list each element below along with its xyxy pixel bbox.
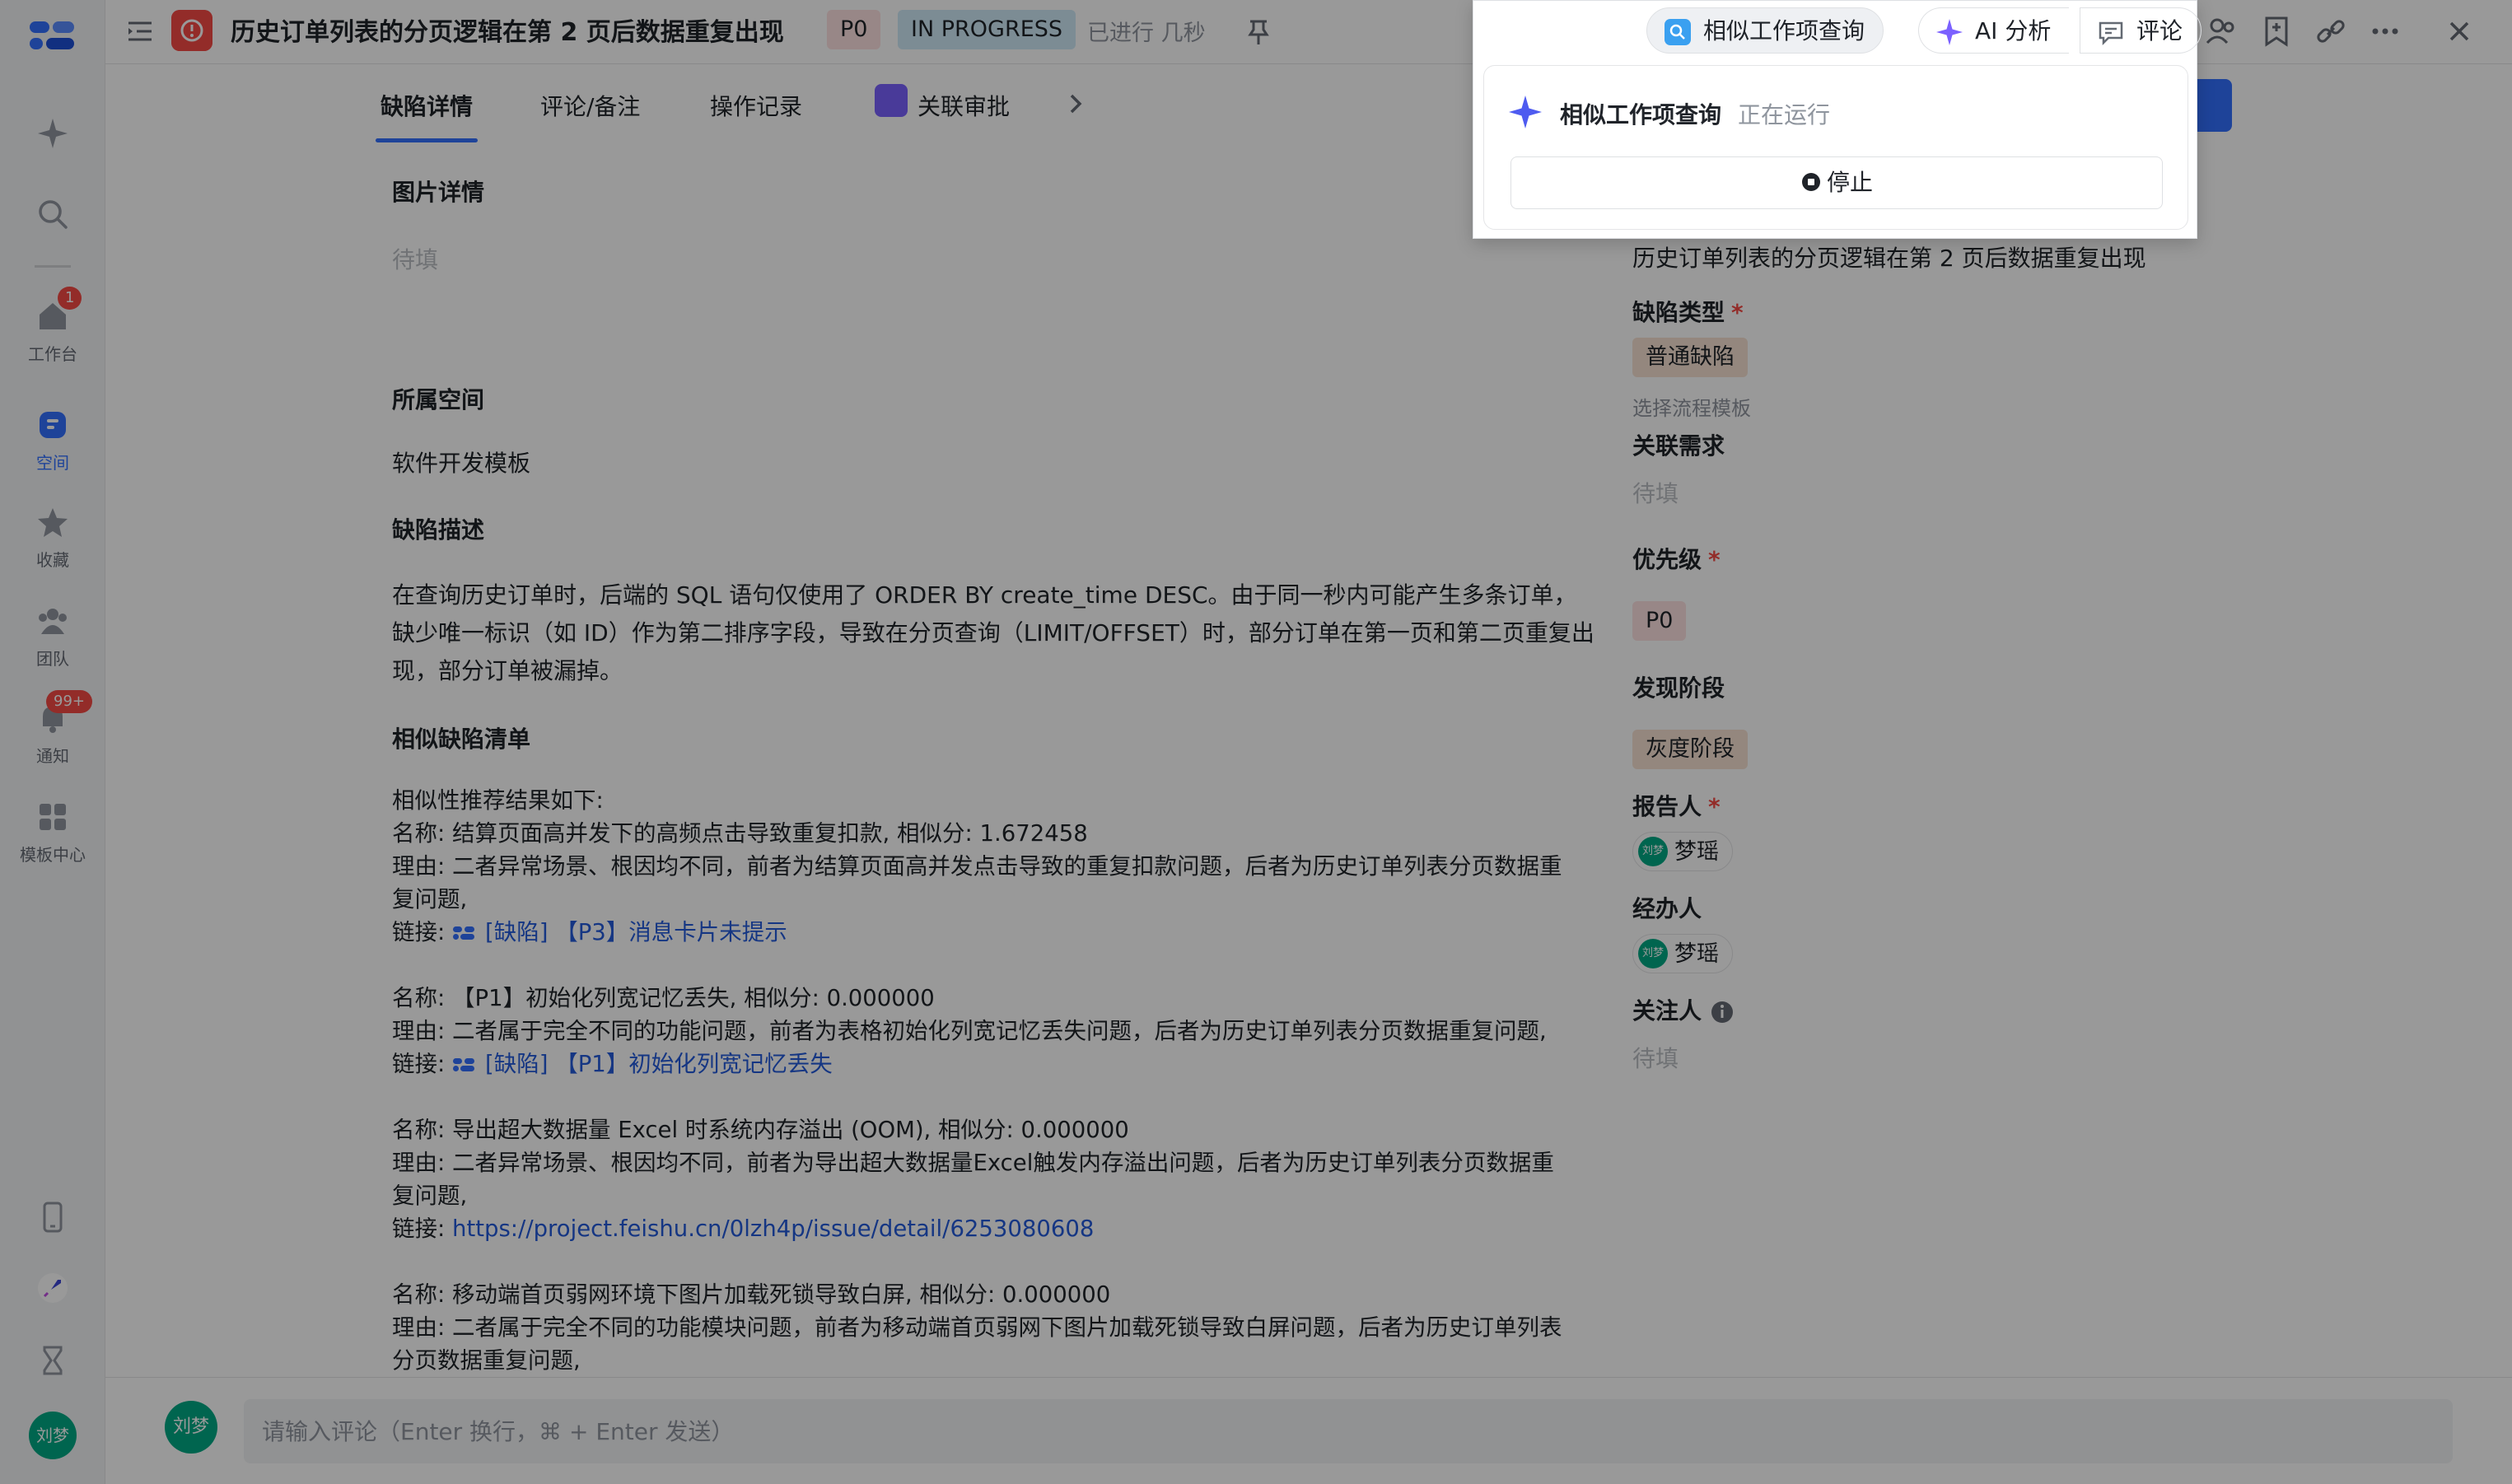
task-state: 正在运行 bbox=[1738, 101, 1831, 128]
ai-sparkle-icon bbox=[1936, 19, 1963, 45]
stop-button[interactable]: 停止 bbox=[1510, 156, 2163, 209]
comment-button[interactable]: 评论 bbox=[2080, 7, 2202, 54]
comment-icon bbox=[2099, 21, 2123, 46]
ai-analysis-button[interactable]: AI 分析 bbox=[1918, 7, 2070, 54]
similar-query-popup: 相似工作项查询 AI 分析 评论 相似工作项查询 正在运行 停止 bbox=[1473, 0, 2202, 239]
similar-search-icon bbox=[1665, 19, 1691, 45]
comment-label: 评论 bbox=[2136, 17, 2183, 44]
task-name: 相似工作项查询 bbox=[1560, 101, 1722, 128]
sparkle-icon bbox=[1509, 96, 1542, 128]
ai-analysis-label: AI 分析 bbox=[1975, 17, 2052, 44]
similar-query-label: 相似工作项查询 bbox=[1703, 17, 1865, 44]
stop-icon bbox=[1801, 173, 1820, 191]
similar-query-button[interactable]: 相似工作项查询 bbox=[1646, 7, 1884, 54]
popup-toolbar: 相似工作项查询 AI 分析 评论 bbox=[1473, 1, 2202, 60]
task-status-card: 相似工作项查询 正在运行 停止 bbox=[1483, 65, 2188, 230]
stop-label: 停止 bbox=[1826, 169, 1873, 196]
